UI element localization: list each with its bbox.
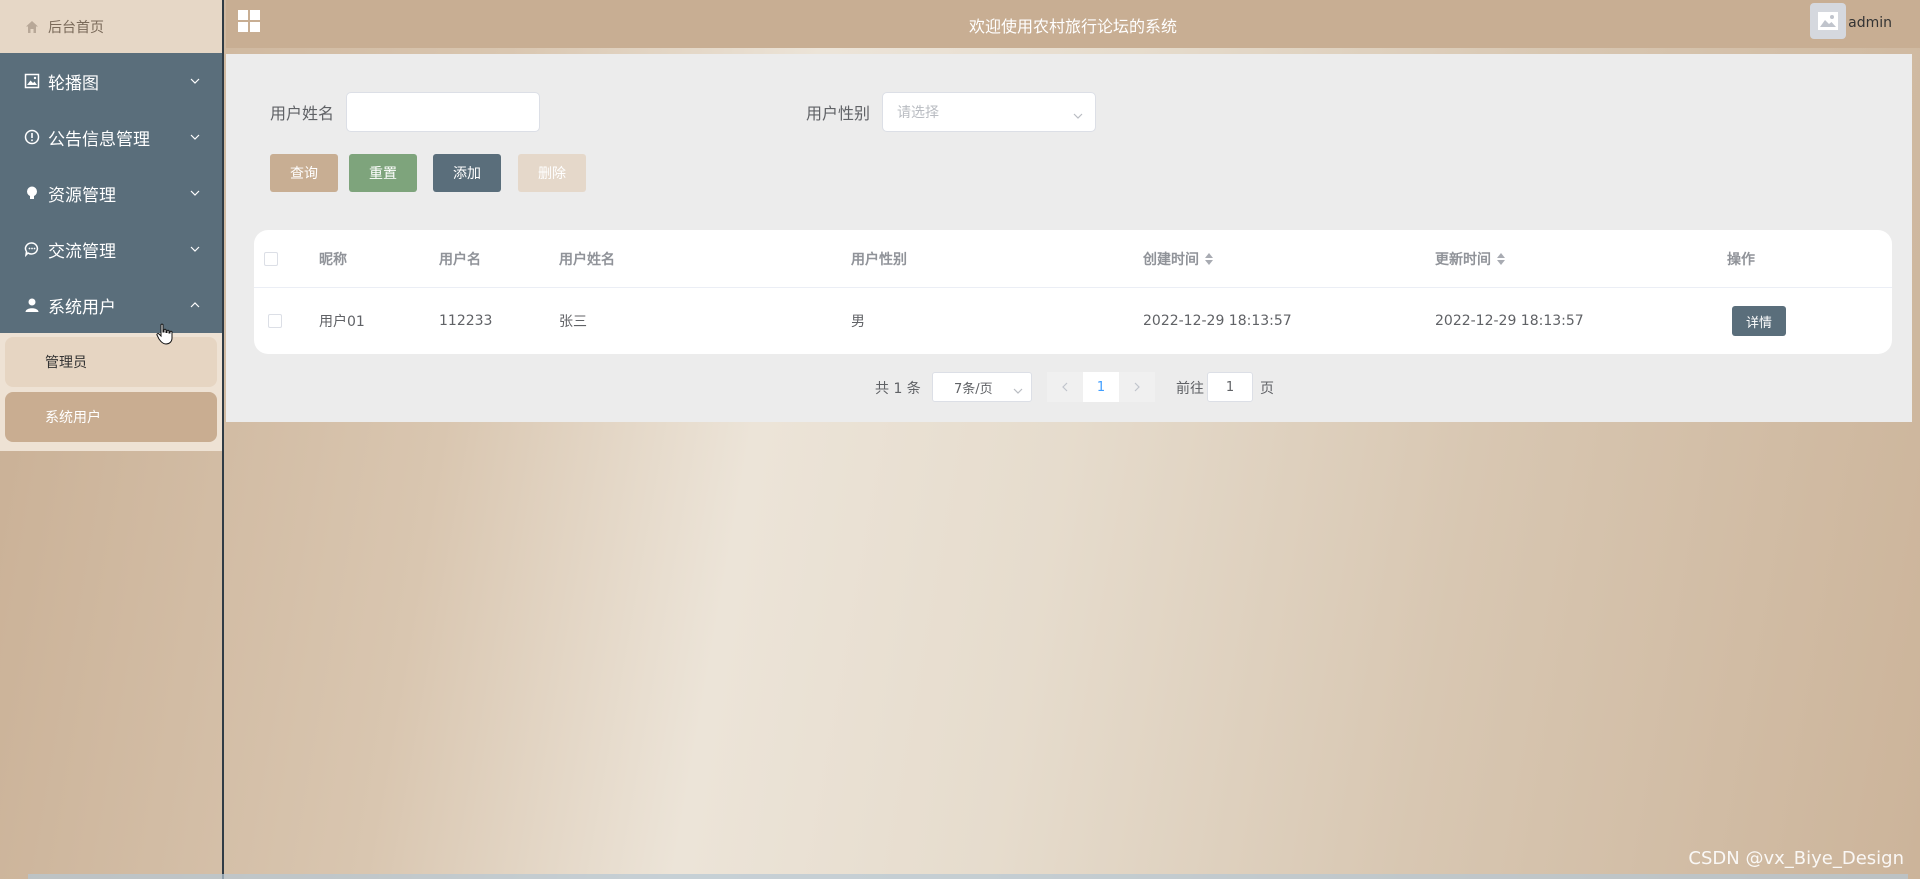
username[interactable]: admin — [1848, 15, 1892, 31]
page-number-current[interactable]: 1 — [1083, 372, 1119, 402]
sidebar-item-resources[interactable]: 资源管理 — [0, 165, 222, 221]
pagination-total: 共 1 条 — [875, 381, 921, 397]
column-header-gender: 用户性别 — [851, 251, 907, 268]
name-input[interactable] — [346, 92, 541, 132]
row-checkbox[interactable] — [268, 314, 282, 328]
info-circle-icon — [24, 129, 40, 145]
cell-realname: 张三 — [559, 314, 587, 330]
sidebar-item-label: 公告信息管理 — [48, 129, 150, 150]
query-button[interactable]: 查询 — [270, 154, 338, 192]
column-header-created-label: 创建时间 — [1143, 251, 1199, 268]
top-header: 欢迎使用农村旅行论坛的系统 admin — [226, 0, 1920, 48]
chevron-down-icon — [190, 132, 200, 142]
sidebar-home-label: 后台首页 — [48, 19, 104, 36]
table-header: 昵称 用户名 用户姓名 用户性别 创建时间 更新时间 操作 — [254, 230, 1892, 288]
watermark: CSDN @vx_Biye_Design — [1688, 848, 1904, 869]
page-suffix: 页 — [1260, 381, 1274, 397]
chevron-left-icon — [1062, 382, 1068, 392]
user-icon — [24, 297, 40, 313]
action-buttons: 查询 重置 添加 删除 — [270, 154, 597, 192]
cell-updated: 2022-12-29 18:13:57 — [1435, 313, 1584, 329]
sidebar-item-notice[interactable]: 公告信息管理 — [0, 109, 222, 165]
image-placeholder-icon — [1818, 12, 1838, 30]
column-header-actions: 操作 — [1727, 251, 1755, 268]
chat-icon — [24, 241, 40, 257]
column-header-updated-label: 更新时间 — [1435, 251, 1491, 268]
cell-created: 2022-12-29 18:13:57 — [1143, 313, 1292, 329]
cell-username: 112233 — [439, 313, 493, 329]
chevron-down-icon — [190, 76, 200, 86]
chevron-down-icon — [1013, 383, 1023, 398]
hand-cursor-icon — [156, 323, 174, 349]
column-header-nickname: 昵称 — [319, 251, 347, 268]
gender-filter-label: 用户性别 — [806, 104, 871, 123]
detail-button[interactable]: 详情 — [1732, 306, 1786, 336]
page-title: 欢迎使用农村旅行论坛的系统 — [968, 17, 1177, 36]
filter-name: 用户姓名 — [270, 92, 541, 132]
cell-gender: 男 — [851, 314, 865, 330]
home-icon — [24, 19, 40, 35]
sort-icon[interactable] — [1497, 252, 1505, 265]
column-header-created[interactable]: 创建时间 — [1143, 230, 1213, 287]
add-button[interactable]: 添加 — [433, 154, 501, 192]
sidebar-item-exchange[interactable]: 交流管理 — [0, 221, 222, 277]
column-header-username: 用户名 — [439, 251, 481, 268]
prev-page-button[interactable] — [1047, 372, 1083, 402]
goto-label: 前往 — [1176, 381, 1204, 397]
picture-icon — [24, 73, 40, 89]
sidebar-submenu: 管理员 系统用户 — [0, 333, 222, 451]
chevron-down-icon — [190, 244, 200, 254]
sidebar-item-label: 系统用户 — [48, 297, 116, 318]
sidebar-item-label: 轮播图 — [48, 73, 99, 94]
sidebar-item-label: 交流管理 — [48, 241, 116, 262]
bulb-icon — [24, 185, 40, 201]
table-row: 用户01 112233 张三 男 2022-12-29 18:13:57 202… — [254, 288, 1892, 354]
filter-gender: 用户性别 请选择 — [806, 92, 1097, 132]
sidebar-item-carousel[interactable]: 轮播图 — [0, 53, 222, 109]
sidebar-subitem-admin[interactable]: 管理员 — [5, 337, 217, 387]
sidebar-subitem-system-users[interactable]: 系统用户 — [5, 392, 217, 442]
sidebar-menu: 轮播图 公告信息管理 资源管理 交流管理 系统用户 — [0, 53, 222, 333]
column-header-updated[interactable]: 更新时间 — [1435, 230, 1505, 287]
goto-page-input[interactable]: 1 — [1207, 372, 1253, 402]
sidebar: 后台首页 轮播图 公告信息管理 资源管理 交流管理 系统用户 管理员 系统用户 — [0, 0, 224, 879]
delete-button[interactable]: 删除 — [518, 154, 586, 192]
cell-nickname: 用户01 — [319, 314, 365, 330]
avatar[interactable] — [1810, 3, 1846, 39]
chevron-down-icon — [190, 188, 200, 198]
page-size-select[interactable]: 7条/页 — [932, 372, 1032, 402]
chevron-up-icon — [190, 300, 200, 310]
chevron-right-icon — [1134, 382, 1140, 392]
user-table: 昵称 用户名 用户姓名 用户性别 创建时间 更新时间 操作 用户01 11223… — [254, 230, 1892, 354]
select-all-checkbox[interactable] — [264, 251, 278, 266]
next-page-button[interactable] — [1119, 372, 1155, 402]
page-size-value: 7条/页 — [954, 381, 993, 397]
sidebar-item-system-users[interactable]: 系统用户 — [0, 277, 222, 333]
main-panel: 用户姓名 用户性别 请选择 查询 重置 添加 删除 昵称 用户名 用户姓名 用户… — [226, 54, 1912, 422]
chevron-down-icon — [1073, 107, 1083, 123]
name-filter-label: 用户姓名 — [270, 104, 335, 123]
gender-select-placeholder: 请选择 — [897, 105, 940, 121]
column-header-realname: 用户姓名 — [559, 251, 615, 268]
horizontal-scrollbar[interactable] — [28, 874, 1908, 879]
sidebar-home[interactable]: 后台首页 — [0, 0, 222, 53]
reset-button[interactable]: 重置 — [349, 154, 417, 192]
pagination: 共 1 条 7条/页 1 前往 1 页 — [226, 372, 1912, 402]
sort-icon[interactable] — [1205, 252, 1213, 265]
sidebar-item-label: 资源管理 — [48, 185, 116, 206]
gender-select[interactable]: 请选择 — [882, 92, 1097, 132]
